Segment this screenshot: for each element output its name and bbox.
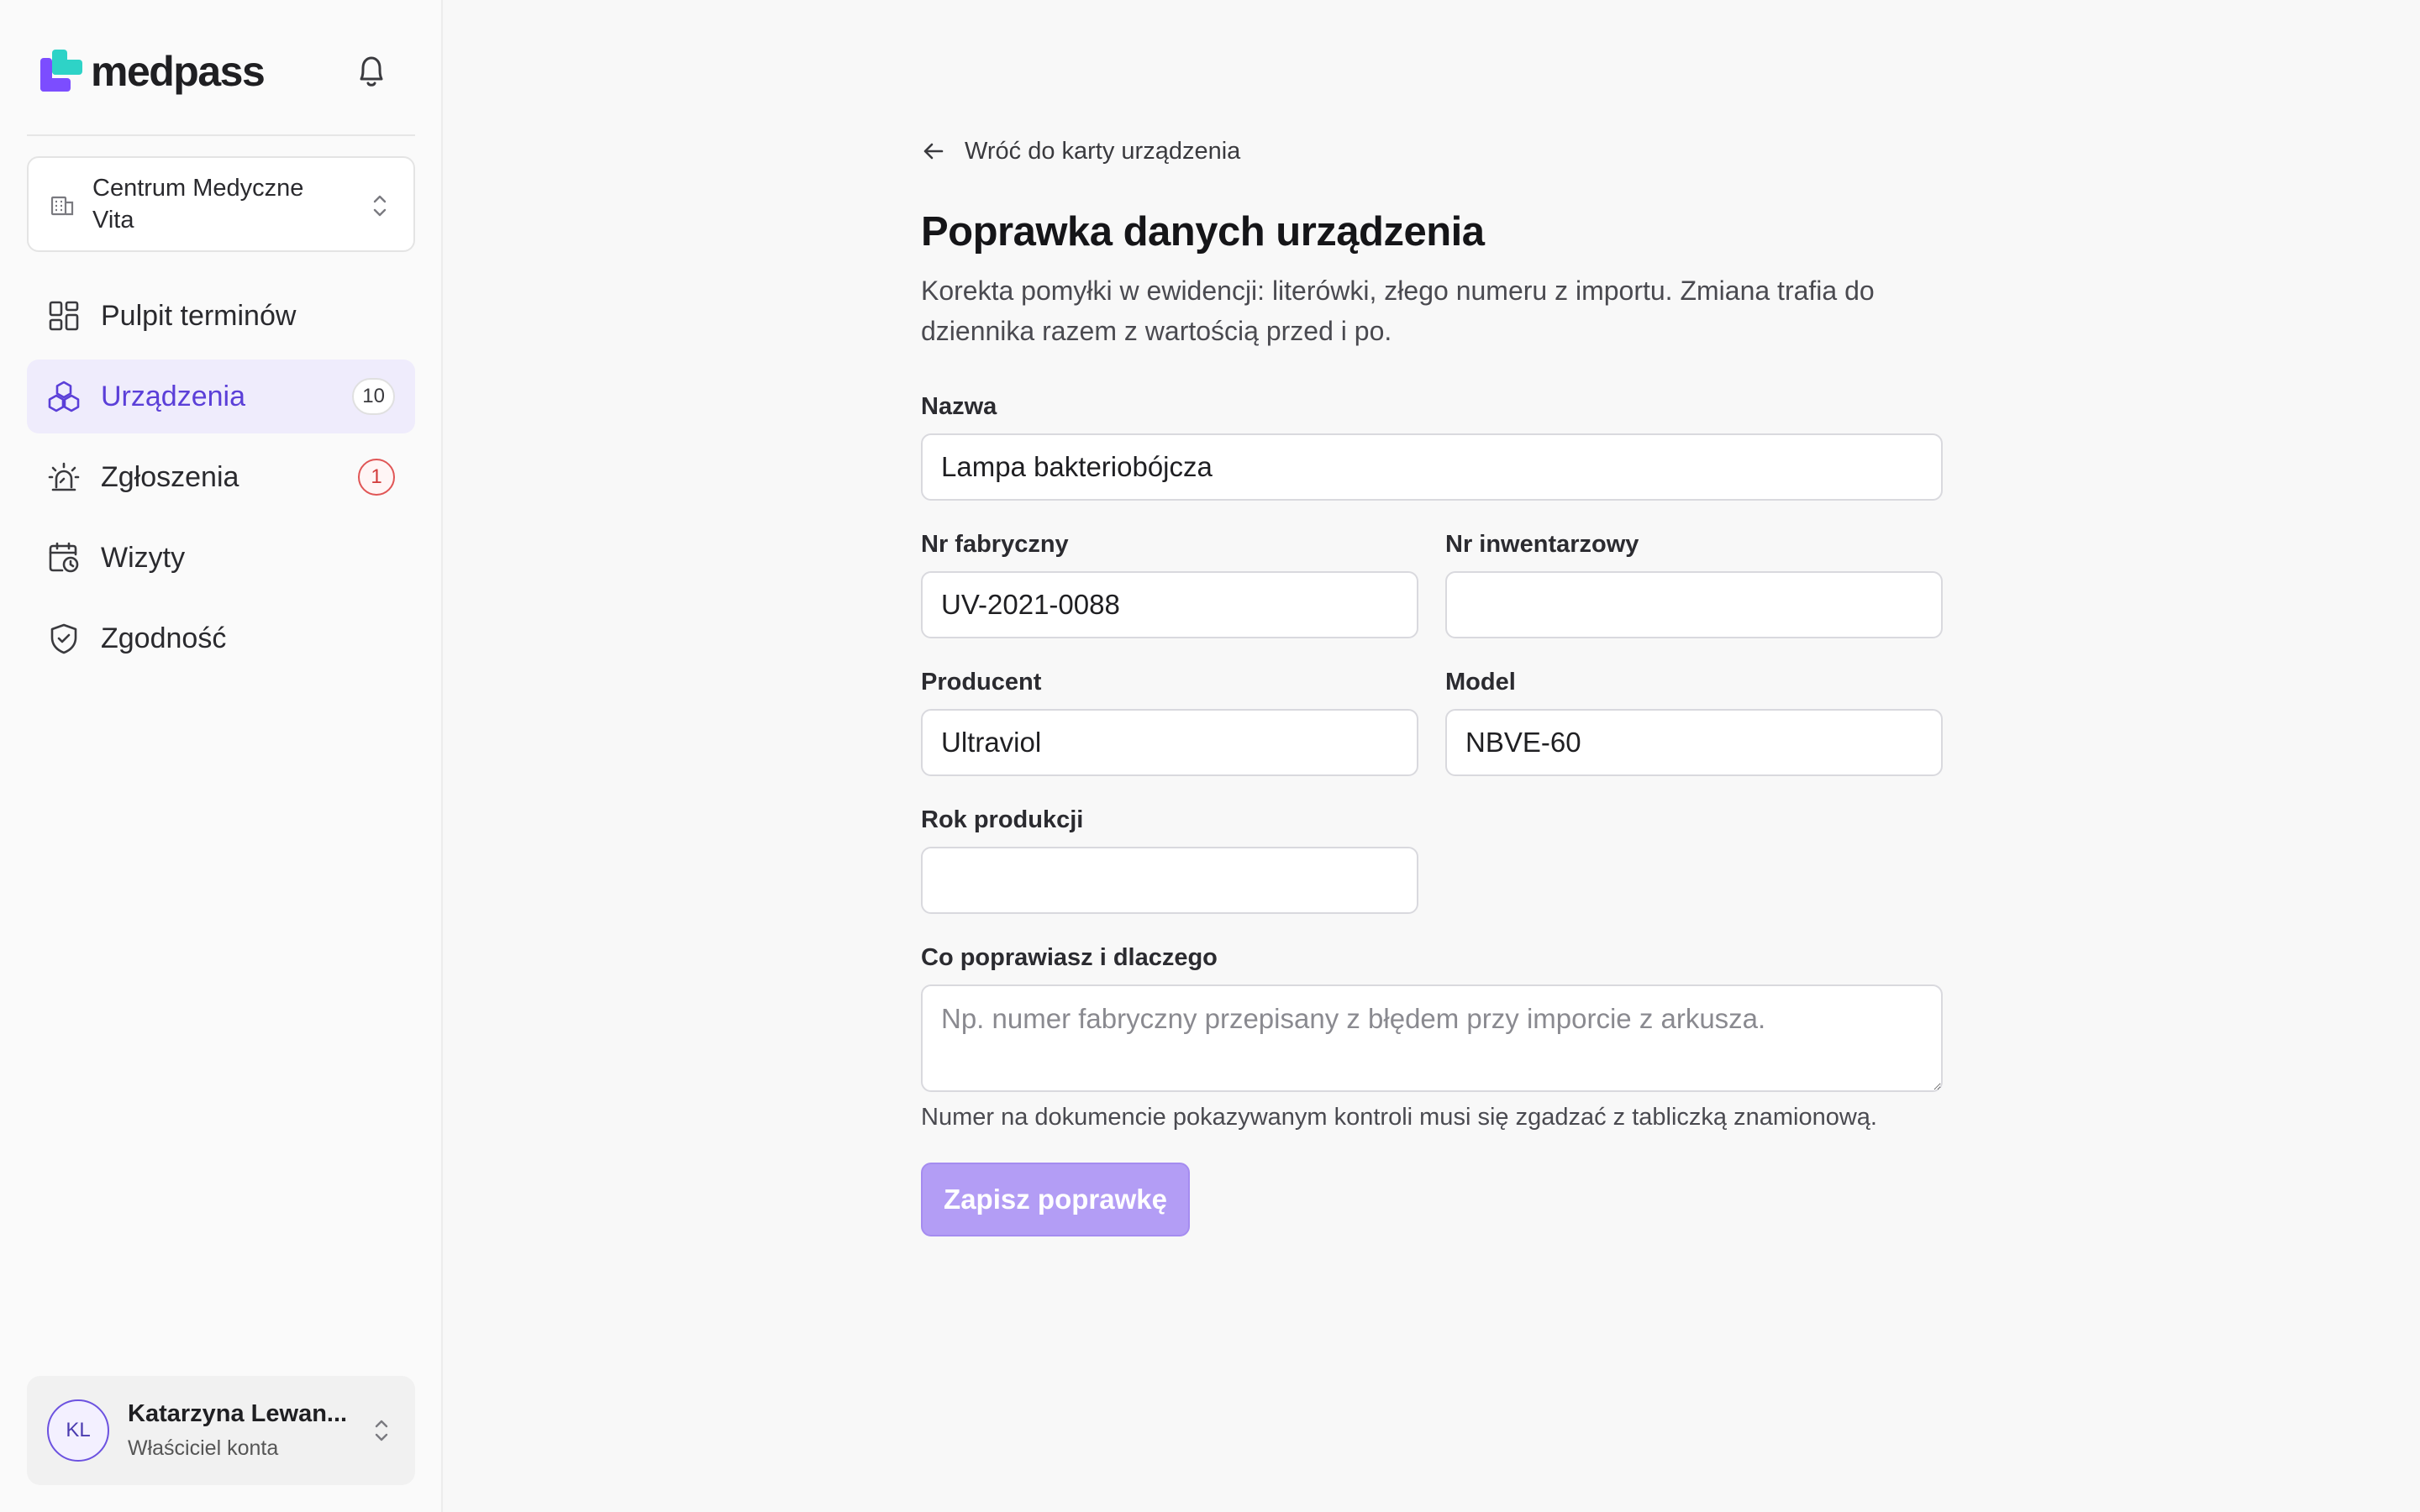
serial-number-label: Nr fabryczny <box>921 531 1069 558</box>
back-to-device-link[interactable]: Wróć do karty urządzenia <box>921 134 1240 168</box>
save-correction-button[interactable]: Zapisz poprawkę <box>921 1163 1190 1236</box>
arrow-left-icon <box>923 143 944 160</box>
name-label: Nazwa <box>921 393 997 420</box>
manufacturer-input[interactable] <box>921 709 1418 776</box>
shield-check-icon <box>50 623 77 654</box>
nav-item-devices[interactable]: Urządzenia 10 <box>27 360 415 433</box>
production-year-label: Rok produkcji <box>921 806 1084 833</box>
user-name: Katarzyna Lewan... <box>128 1400 348 1427</box>
brand[interactable]: medpass <box>40 47 266 96</box>
back-link-label: Wróć do karty urządzenia <box>965 137 1241 165</box>
sidebar: medpass Centrum Medyczne Vita Pulpit ter… <box>0 0 443 1512</box>
nav-item-dashboard[interactable]: Pulpit terminów <box>27 279 415 353</box>
inventory-number-input[interactable] <box>1445 571 1943 638</box>
devices-count-badge: 10 <box>352 378 395 415</box>
avatar: KL <box>47 1399 109 1462</box>
model-input[interactable] <box>1445 709 1943 776</box>
nav-item-visits[interactable]: Wizyty <box>27 521 415 595</box>
notifications-bell-icon[interactable] <box>355 54 388 89</box>
sidebar-divider <box>27 134 415 136</box>
field-hint: Numer na dokumencie pokazywanym kontroli… <box>921 1104 1877 1131</box>
alarm-icon <box>48 462 80 491</box>
nav-item-compliance[interactable]: Zgodność <box>27 601 415 675</box>
model-label: Model <box>1445 669 1516 696</box>
main-navigation: Pulpit terminów Urządzenia 10 Zgłoszenia… <box>27 279 415 682</box>
chevron-updown-icon <box>375 1420 388 1441</box>
serial-number-input[interactable] <box>921 571 1418 638</box>
building-icon <box>50 196 74 216</box>
reason-textarea[interactable] <box>921 984 1943 1092</box>
organization-switcher[interactable]: Centrum Medyczne Vita <box>27 156 415 252</box>
user-role: Właściciel konta <box>128 1436 279 1460</box>
production-year-input[interactable] <box>921 847 1418 914</box>
nav-label: Wizyty <box>101 541 186 574</box>
chevron-updown-icon <box>373 195 387 217</box>
page-title: Poprawka danych urządzenia <box>921 209 1485 255</box>
dashboard-icon <box>49 301 79 331</box>
nav-label: Zgodność <box>101 622 227 654</box>
nav-label: Urządzenia <box>101 380 245 412</box>
name-input[interactable] <box>921 433 1943 501</box>
reason-label: Co poprawiasz i dlaczego <box>921 944 1218 971</box>
user-info: Katarzyna Lewan... Właściciel konta <box>128 1400 347 1461</box>
organization-name: Centrum Medyczne Vita <box>92 175 304 234</box>
nav-item-reports[interactable]: Zgłoszenia 1 <box>27 440 415 514</box>
reports-alert-badge: 1 <box>358 459 395 496</box>
nav-label: Pulpit terminów <box>101 299 297 332</box>
brand-name: medpass <box>91 48 266 95</box>
nav-label: Zgłoszenia <box>101 460 239 493</box>
inventory-number-label: Nr inwentarzowy <box>1445 531 1639 558</box>
page-description: Korekta pomyłki w ewidencji: literówki, … <box>921 276 1875 346</box>
calendar-clock-icon <box>49 542 79 573</box>
user-account-menu[interactable]: KL Katarzyna Lewan... Właściciel konta <box>27 1376 415 1485</box>
manufacturer-label: Producent <box>921 669 1042 696</box>
devices-icon <box>48 381 80 412</box>
medpass-logo-icon <box>40 50 82 92</box>
